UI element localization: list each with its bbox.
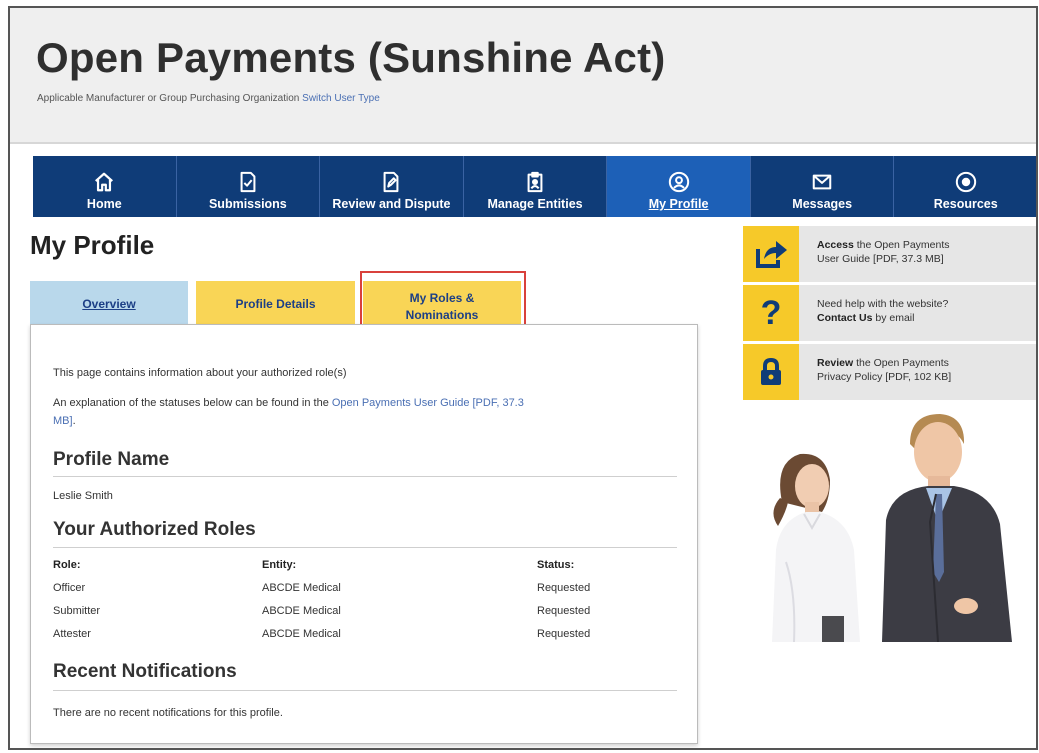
privacy-text: Review the Open Payments Privacy Policy … [817,356,951,384]
user-guide-link-line2: MB] [53,414,73,427]
role-cell: Attester [53,628,91,640]
privacy-text-line2: Privacy Policy [PDF, 102 KB] [817,371,952,384]
question-mark-icon: ? [743,285,799,341]
user-guide-text: Access the Open Payments User Guide [PDF… [817,238,950,266]
user-type-label: Applicable Manufacturer or Group Purchas… [37,93,300,104]
nav-item-resources[interactable]: Resources [894,156,1036,217]
document-edit-icon [384,171,399,193]
nav-label: Resources [933,197,998,211]
main-nav: Home Submissions Review and Dispute Mana… [33,156,1036,217]
envelope-icon [812,174,832,190]
user-guide-text-line2: User Guide [PDF, 37.3 MB] [817,253,944,266]
nav-label: Messages [792,197,853,211]
contact-us-link[interactable]: Contact Us [817,312,872,324]
help-text: Need help with the website? Contact Us b… [817,297,948,325]
roles-panel: This page contains information about you… [30,324,698,744]
privacy-text-bold: Review [817,357,854,369]
privacy-text-rest: the Open Payments [853,357,949,369]
divider [53,690,677,691]
tab-roles-label: My Roles & Nominations [406,290,479,324]
col-status-header: Status: [537,559,575,571]
col-role-header: Role: [53,559,81,571]
nav-item-submissions[interactable]: Submissions [177,156,321,217]
gear-circle-icon [955,171,976,193]
explanation-text: An explanation of the statuses below can… [53,395,683,430]
role-cell: Submitter [53,605,101,617]
nav-item-messages[interactable]: Messages [751,156,895,217]
user-guide-text-bold: Access [817,239,854,251]
user-type-line: Applicable Manufacturer or Group Purchas… [37,93,380,104]
explanation-suffix: . [72,414,76,427]
nav-label: Home [86,197,122,211]
privacy-box[interactable]: Review the Open Payments Privacy Policy … [743,344,1036,400]
profile-name-value: Leslie Smith [53,490,113,502]
tab-roles-label-line1: My Roles & [409,291,475,306]
divider [53,547,677,548]
user-guide-link-line1: Open Payments User Guide [PDF, 37.3 [331,397,524,409]
help-text-line1: Need help with the website? [817,298,949,310]
nav-item-manage-entities[interactable]: Manage Entities [464,156,608,217]
app-window: Open Payments (Sunshine Act) Applicable … [8,6,1038,750]
people-photo [772,414,1012,642]
help-box[interactable]: ? Need help with the website? Contact Us… [743,285,1036,341]
nav-item-my-profile[interactable]: My Profile [607,156,751,217]
col-entity-header: Entity: [262,559,297,571]
site-title: Open Payments (Sunshine Act) [36,34,666,81]
tab-overview[interactable]: Overview [30,281,188,327]
status-cell: Requested [537,605,591,617]
divider [53,476,677,477]
nav-item-home[interactable]: Home [33,156,177,217]
recent-notifications-heading: Recent Notifications [53,661,237,682]
man-figure [882,414,1012,642]
switch-user-type-link[interactable]: Switch User Type [302,93,380,104]
entity-cell: ABCDE Medical [262,582,341,594]
tab-roles-label-line2: Nominations [405,308,479,322]
entity-cell: ABCDE Medical [262,605,341,617]
nav-label: Review and Dispute [332,197,451,211]
user-guide-box[interactable]: Access the Open Payments User Guide [PDF… [743,226,1036,282]
nav-item-review-dispute[interactable]: Review and Dispute [320,156,464,217]
nav-label: Manage Entities [487,197,583,211]
user-guide-text-rest: the Open Payments [853,239,950,251]
help-text-rest: by email [872,312,915,325]
woman-figure [772,453,860,642]
profile-name-heading: Profile Name [53,449,170,470]
tab-overview-label: Overview [82,296,136,311]
authorized-roles-heading: Your Authorized Roles [53,519,256,540]
page-title: My Profile [30,230,155,260]
lock-icon [743,344,799,400]
role-cell: Officer [53,582,86,594]
user-circle-icon [668,171,689,193]
document-check-icon [240,171,256,193]
explanation-prefix: An explanation of the statuses below can… [53,397,329,409]
status-cell: Requested [537,582,591,594]
tab-profile-details-label: Profile Details [235,296,316,311]
notifications-empty-text: There are no recent notifications for th… [53,707,283,719]
clipboard-icon [527,171,543,193]
status-cell: Requested [537,628,591,640]
home-icon [95,172,114,192]
nav-label: My Profile [648,197,709,211]
tab-profile-details[interactable]: Profile Details [196,281,355,327]
intro-text: This page contains information about you… [53,367,347,379]
share-arrow-icon [743,226,799,282]
nav-label: Submissions [208,197,287,211]
entity-cell: ABCDE Medical [262,628,341,640]
